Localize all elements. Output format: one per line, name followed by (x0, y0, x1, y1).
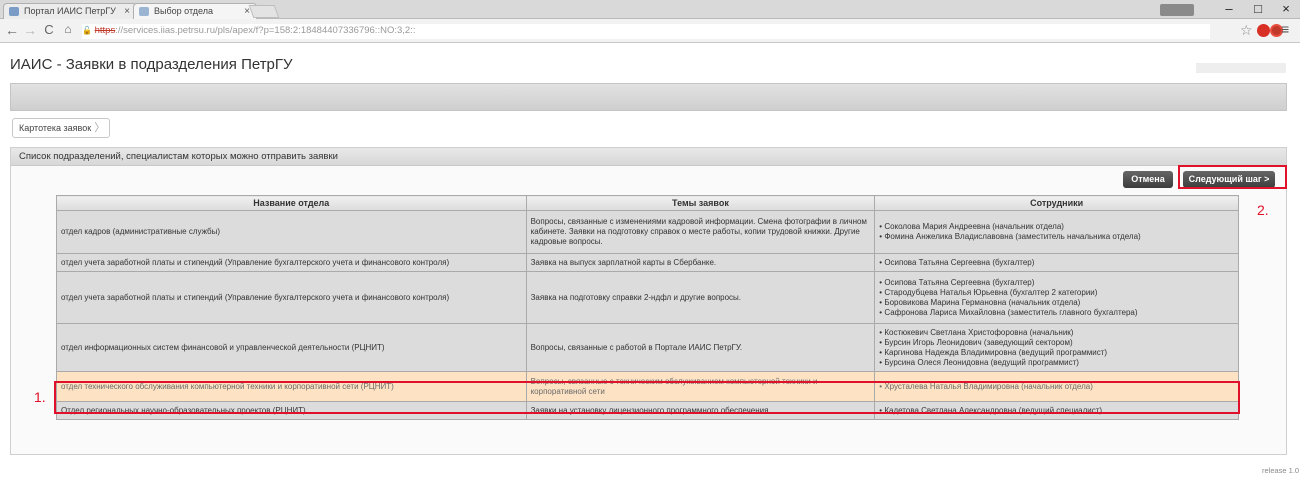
breadcrumb[interactable]: Картотека заявок 〉 (12, 118, 111, 138)
staff-item: Бурсин Игорь Леонидович (заведующий сект… (879, 338, 1234, 348)
close-window-button[interactable]: × (1274, 1, 1298, 16)
staff-item: Сафронова Лариса Михайловна (заместитель… (879, 308, 1234, 318)
staff-item: Фомина Анжелика Владиславовна (заместите… (879, 232, 1234, 242)
minimize-button[interactable]: – (1217, 1, 1241, 16)
table-header-row: Название отдела Темы заявок Сотрудники (56, 195, 1239, 211)
department-cell[interactable]: отдел учета заработной платы и стипендий… (56, 253, 527, 272)
bookmark-star-icon[interactable]: ☆ (1240, 22, 1253, 39)
new-tab-button[interactable] (248, 5, 280, 18)
chevron-right-icon: 〉 (94, 122, 106, 134)
staff-item: Осипова Татьяна Сергеевна (бухгалтер) (879, 278, 1234, 288)
page-favicon-icon (139, 7, 149, 16)
selected-row-highlight (54, 381, 1240, 414)
address-bar[interactable]: 🔓 https://services.iias.petrsu.ru/pls/ap… (82, 24, 1210, 39)
navigation-bar (10, 83, 1287, 111)
tab-select-department-label: Выбор отдела (154, 6, 213, 16)
page-title: ИАИС - Заявки в подразделения ПетрГУ (10, 56, 293, 73)
release-version: release 1.0 (1262, 466, 1300, 475)
staff-item: Каргинова Надежда Владимировна (ведущий … (879, 348, 1234, 358)
staff-cell: Осипова Татьяна Сергеевна (бухгалтер) (874, 253, 1239, 272)
department-cell[interactable]: отдел кадров (административные службы) (56, 210, 527, 254)
browser-menu-icon[interactable]: ≡ (1281, 21, 1289, 37)
browser-tab-strip: Портал ИАИС ПетрГУ × Выбор отдела × – □ … (0, 0, 1300, 19)
staff-item: Стародубцева Наталья Юрьевна (бухгалтер … (879, 288, 1234, 298)
table-row[interactable]: отдел учета заработной платы и стипендий… (56, 271, 1239, 324)
tab-portal-label: Портал ИАИС ПетрГУ (24, 6, 116, 16)
url-rest: ://services.iias.petrsu.ru/pls/apex/f?p=… (115, 25, 416, 36)
next-step-highlight (1178, 165, 1287, 189)
callout-2: 2. (1257, 202, 1269, 218)
department-cell[interactable]: отдел информационных систем финансовой и… (56, 323, 527, 372)
user-profile-badge[interactable] (1160, 4, 1194, 16)
forward-icon[interactable]: → (22, 22, 38, 38)
tab-select-department[interactable]: Выбор отдела × (133, 3, 257, 19)
insecure-lock-icon: 🔓 (82, 26, 92, 35)
user-info (1196, 63, 1286, 73)
topics-cell: Вопросы, связанные с изменениями кадрово… (525, 210, 876, 254)
tab-portal[interactable]: Портал ИАИС ПетрГУ × (3, 3, 137, 19)
table-row[interactable]: отдел кадров (административные службы) В… (56, 210, 1239, 254)
topics-cell: Вопросы, связанные с работой в Портале И… (525, 323, 876, 372)
column-header-department[interactable]: Название отдела (56, 195, 527, 211)
column-header-staff[interactable]: Сотрудники (874, 195, 1239, 211)
url-scheme: https (94, 25, 116, 36)
close-tab-icon[interactable]: × (124, 4, 130, 19)
reload-icon[interactable]: C (41, 22, 57, 37)
topics-cell: Заявка на подготовку справки 2-ндфл и др… (525, 271, 876, 324)
column-header-topics[interactable]: Темы заявок (525, 195, 876, 211)
callout-1: 1. (34, 389, 46, 405)
staff-item: Осипова Татьяна Сергеевна (бухгалтер) (879, 258, 1234, 268)
staff-item: Костюкевич Светлана Христофоровна (начал… (879, 328, 1234, 338)
breadcrumb-label: Картотека заявок (19, 123, 92, 133)
staff-cell: Костюкевич Светлана Христофоровна (начал… (874, 323, 1239, 372)
cancel-button[interactable]: Отмена (1123, 171, 1173, 188)
maximize-button[interactable]: □ (1246, 1, 1270, 16)
topics-cell: Заявка на выпуск зарплатной карты в Сбер… (525, 253, 876, 272)
home-icon[interactable]: ⌂ (60, 22, 76, 36)
staff-cell: Осипова Татьяна Сергеевна (бухгалтер) Ст… (874, 271, 1239, 324)
staff-item: Соколова Мария Андреевна (начальник отде… (879, 222, 1234, 232)
back-icon[interactable]: ← (4, 22, 20, 38)
region-title: Список подразделений, специалистам котор… (11, 148, 1286, 166)
browser-toolbar: ← → C ⌂ 🔓 https://services.iias.petrsu.r… (0, 19, 1300, 43)
department-cell[interactable]: отдел учета заработной платы и стипендий… (56, 271, 527, 324)
staff-item: Боровикова Марина Германовна (начальник … (879, 298, 1234, 308)
table-row[interactable]: отдел информационных систем финансовой и… (56, 323, 1239, 372)
table-row[interactable]: отдел учета заработной платы и стипендий… (56, 253, 1239, 272)
portal-favicon-icon (9, 7, 19, 16)
staff-item: Бурсина Олеся Леонидовна (ведущий програ… (879, 358, 1234, 368)
extension-opera-icon[interactable] (1257, 24, 1270, 37)
staff-cell: Соколова Мария Андреевна (начальник отде… (874, 210, 1239, 254)
